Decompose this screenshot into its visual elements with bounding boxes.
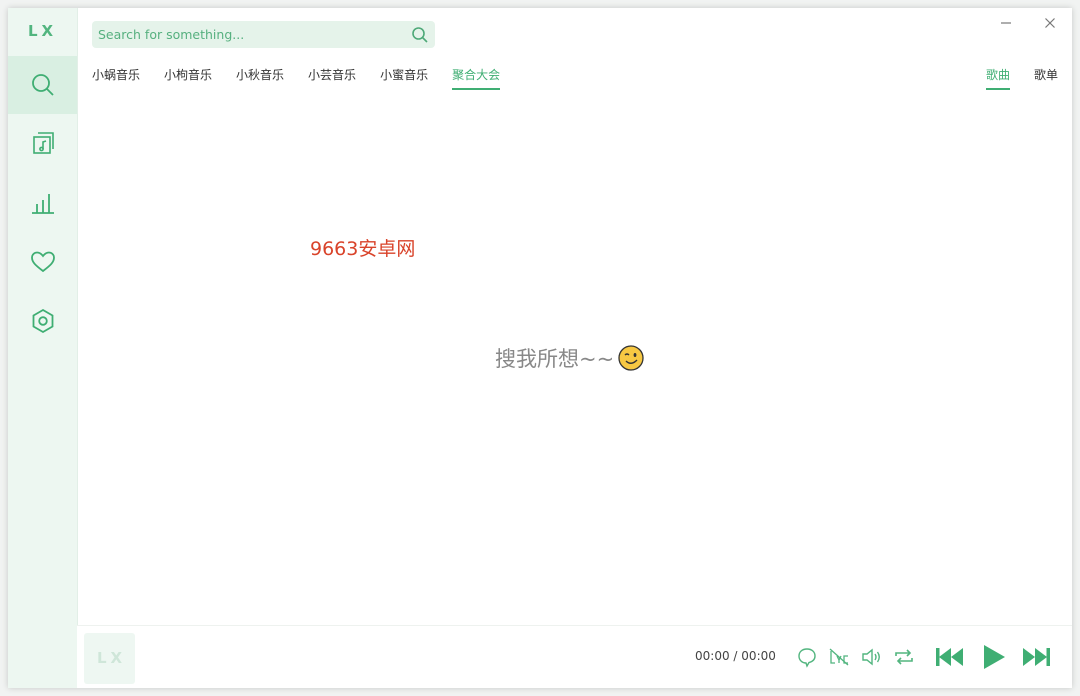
time-separator: / <box>733 649 738 663</box>
lyric-off-icon <box>829 648 849 666</box>
chart-icon <box>31 194 54 214</box>
watermark-text: 9663安卓网 <box>310 238 416 260</box>
app-window: LX Search for something... 小蜗音乐 小枸音乐 小秋音… <box>8 8 1072 688</box>
heart-icon <box>30 251 55 273</box>
skip-next-icon <box>1023 648 1050 666</box>
search-icon <box>412 27 428 43</box>
tab-source-4[interactable]: 小芸音乐 <box>308 66 356 90</box>
next-button[interactable] <box>1021 642 1053 672</box>
tab-source-5[interactable]: 小蜜音乐 <box>380 66 428 90</box>
repeat-icon <box>895 649 913 665</box>
total-time: 00:00 <box>741 649 776 663</box>
settings-icon <box>32 308 53 334</box>
sidebar-item-settings[interactable] <box>8 292 77 350</box>
play-icon <box>984 645 1005 669</box>
repeat-mode-button[interactable] <box>892 645 916 669</box>
player-bar: LX 00:00 / 00:00 <box>77 625 1072 688</box>
tab-songs[interactable]: 歌曲 <box>985 66 1010 90</box>
source-tabs: 小蜗音乐 小枸音乐 小秋音乐 小芸音乐 小蜜音乐 聚合大会 <box>92 66 524 92</box>
search-box <box>92 21 435 48</box>
close-button[interactable] <box>1039 14 1061 32</box>
album-cover[interactable]: LX <box>84 633 135 684</box>
volume-button[interactable] <box>859 645 883 669</box>
app-logo: LX <box>27 22 58 40</box>
sidebar: LX <box>8 8 78 688</box>
skip-previous-icon <box>936 648 963 666</box>
tab-source-2[interactable]: 小枸音乐 <box>164 66 212 90</box>
wink-emoji-icon <box>618 345 644 371</box>
tab-source-1[interactable]: 小蜗音乐 <box>92 66 140 90</box>
play-button[interactable] <box>977 641 1009 673</box>
search-icon <box>31 74 54 96</box>
play-time: 00:00 / 00:00 <box>695 649 776 663</box>
current-time: 00:00 <box>695 649 730 663</box>
close-icon <box>1045 18 1055 28</box>
minimize-icon <box>1001 22 1011 24</box>
tab-source-aggregate[interactable]: 聚合大会 <box>452 66 501 90</box>
empty-state-text: 搜我所想~~ <box>495 347 615 371</box>
previous-button[interactable] <box>933 642 965 672</box>
empty-state: 搜我所想~~ <box>495 343 644 373</box>
sidebar-item-song-list[interactable] <box>8 115 77 173</box>
sidebar-item-leaderboard[interactable] <box>8 174 77 232</box>
comment-button[interactable] <box>795 645 819 669</box>
lyric-toggle-button[interactable] <box>827 645 851 669</box>
tab-source-3[interactable]: 小秋音乐 <box>236 66 284 90</box>
music-list-icon <box>32 132 54 154</box>
search-button[interactable] <box>409 24 431 46</box>
volume-icon <box>862 648 880 666</box>
minimize-button[interactable] <box>995 14 1017 32</box>
sidebar-item-search[interactable] <box>8 56 77 114</box>
search-input[interactable] <box>92 21 402 48</box>
comment-icon <box>798 648 816 668</box>
search-type-tabs: 歌曲 歌单 <box>962 66 1058 90</box>
tab-playlists[interactable]: 歌单 <box>1034 66 1058 90</box>
sidebar-item-favorites[interactable] <box>8 233 77 291</box>
